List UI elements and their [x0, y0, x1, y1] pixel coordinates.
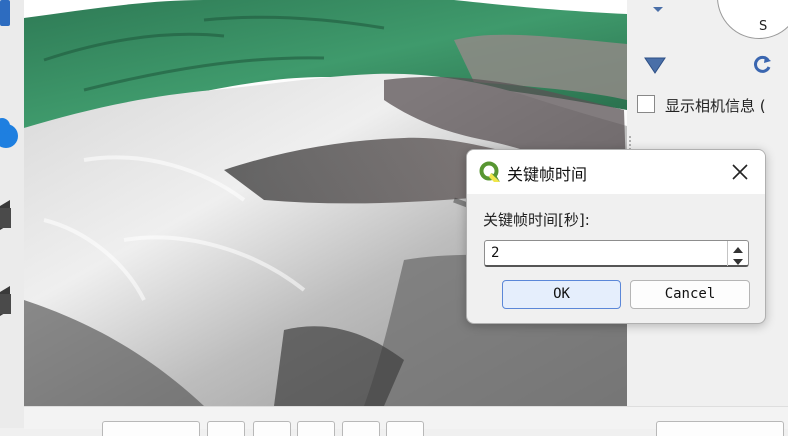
bottom-tool-button-5[interactable] — [386, 421, 424, 436]
rotate-reset-icon[interactable] — [753, 55, 773, 79]
bottom-toolbar — [24, 406, 788, 436]
layer-icon-1[interactable] — [0, 200, 12, 234]
compass-south-label: S — [759, 19, 768, 34]
layer-icon-2[interactable] — [0, 286, 12, 320]
close-icon[interactable] — [729, 161, 751, 183]
dialog-titlebar[interactable]: 关键帧时间 — [467, 150, 765, 194]
camera-info-label: 显示相机信息 ( — [665, 97, 766, 115]
bottom-tool-button-1[interactable] — [207, 421, 245, 436]
camera-info-checkbox[interactable] — [637, 95, 655, 113]
dialog-title: 关键帧时间 — [507, 165, 588, 184]
keyframe-time-input[interactable] — [485, 241, 731, 265]
ok-button[interactable]: OK — [502, 280, 621, 309]
spinbox-arrows — [727, 241, 748, 266]
bottom-dropdown[interactable] — [102, 421, 200, 436]
bottom-tool-button-2[interactable] — [253, 421, 291, 436]
bottom-right-dropdown[interactable] — [656, 421, 784, 436]
left-toolbar-strip — [0, 0, 25, 428]
arrow-left-icon[interactable] — [653, 0, 665, 19]
keyframe-time-dialog: 关键帧时间 关键帧时间[秒]: OK Cancel — [466, 149, 766, 324]
strip-top-icon[interactable] — [0, 0, 12, 30]
compass-dial[interactable]: S — [717, 0, 788, 39]
cancel-button[interactable]: Cancel — [630, 280, 750, 309]
spin-down-icon[interactable] — [728, 253, 748, 265]
keyframe-time-spinbox[interactable] — [484, 240, 749, 267]
triangle-down-icon[interactable] — [644, 57, 666, 79]
cloud-icon[interactable] — [0, 112, 18, 160]
spin-up-icon[interactable] — [728, 241, 748, 253]
qgis-logo-icon — [479, 161, 501, 187]
keyframe-time-label: 关键帧时间[秒]: — [483, 211, 590, 229]
bottom-tool-button-3[interactable] — [297, 421, 335, 436]
bottom-tool-button-4[interactable] — [342, 421, 380, 436]
